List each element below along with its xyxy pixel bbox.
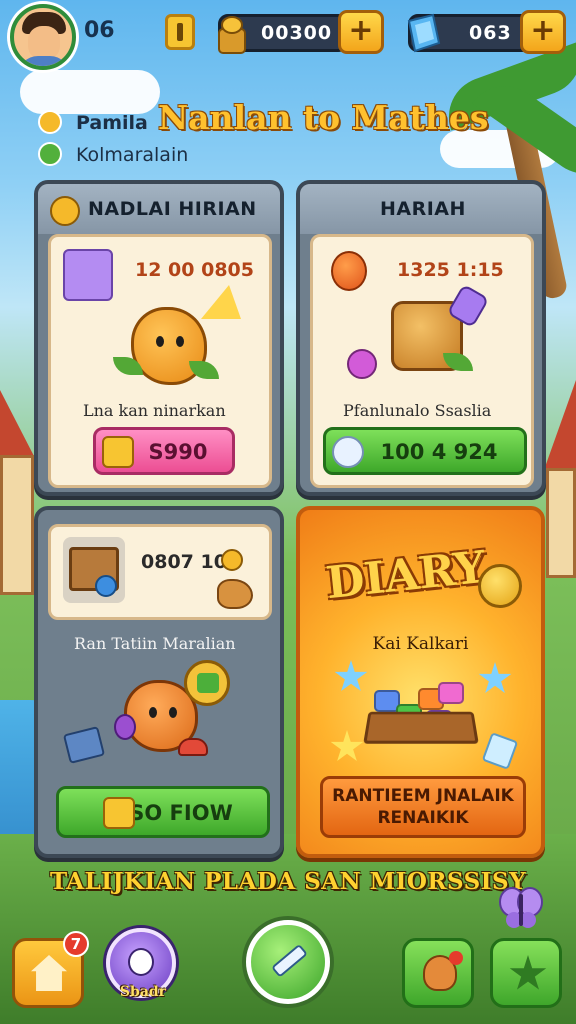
player-level: 06 (84, 18, 115, 43)
red-shoe-icon (178, 738, 208, 756)
coin-stack-icon (218, 16, 246, 54)
coin-amount: 00300 (261, 22, 333, 44)
notification-badge: 7 (63, 931, 89, 957)
balloon-icon (331, 251, 367, 291)
player-name: Pamila (76, 112, 148, 134)
house-wall (546, 468, 576, 578)
settings-nav-button[interactable] (490, 938, 562, 1008)
ticket-icon (103, 797, 135, 829)
gem-amount: 063 (469, 22, 512, 44)
gold-coin-icon (478, 564, 522, 608)
house-roof (544, 380, 576, 470)
shop-card-companion[interactable]: 0807 10 Ran Tatiin Maralian SO FIOW (34, 506, 284, 858)
ice-crystal-icon (481, 732, 519, 770)
item-timer: 12 00 0805 (135, 259, 254, 281)
card-title: HARIAH (380, 198, 466, 220)
claim-button-label: 100 4 924 (380, 440, 498, 464)
item-timer: 1325 1:15 (397, 259, 504, 281)
shop-card-daily[interactable]: NADLAI HIRIAN 12 00 0805 Lna kan ninarka… (34, 180, 284, 496)
blue-star-icon (478, 662, 512, 693)
gift-nav-button[interactable] (402, 938, 474, 1008)
yellow-star-icon (330, 730, 364, 761)
item-caption: Pfanlunalo Ssaslia (343, 401, 492, 420)
cookie-icon (217, 579, 253, 609)
avatar-shirt (18, 56, 70, 66)
butterfly-icon (499, 887, 543, 928)
item-panel: 1325 1:15 Pfanlunalo Ssaslia 100 4 924 (310, 234, 534, 488)
page-title: Nanlan to Mathes (158, 98, 489, 137)
diary-reward-button[interactable]: RANTIEEM JNALAIK RENAIKIK (320, 776, 526, 838)
gold-coin-bullet-icon (38, 110, 62, 134)
item-panel: 12 00 0805 Lna kan ninarkan S990 (48, 234, 272, 488)
item-panel: 0807 10 (48, 524, 272, 620)
coin-icon (50, 196, 80, 226)
home-nav-button[interactable]: 7 (12, 931, 89, 1008)
green-token-icon (184, 660, 230, 706)
gadget-icon (62, 726, 106, 764)
item-timer: 0807 10 (141, 551, 227, 573)
green-leaf-bullet-icon (38, 142, 62, 166)
home-icon (31, 955, 67, 991)
pet-label: Sbadr (119, 984, 167, 1000)
shop-card-harvest[interactable]: HARIAH 1325 1:15 Pfanlunalo Ssaslia 100 … (296, 180, 546, 496)
red-dot-icon (449, 951, 463, 965)
card-title: NADLAI HIRIAN (88, 198, 257, 220)
energy-icon (165, 14, 195, 50)
house-wall (0, 455, 34, 595)
blue-orb (95, 575, 117, 597)
token-inner (197, 673, 219, 693)
gear-icon (509, 955, 547, 990)
avatar-face (28, 26, 60, 60)
treasure-crate-icon (363, 711, 479, 744)
berry-icon (114, 714, 136, 740)
cheese-icon (201, 285, 241, 319)
claim-button[interactable]: 100 4 924 (323, 427, 527, 475)
show-button[interactable]: SO FIOW (56, 786, 270, 838)
pet-face-icon (128, 948, 154, 976)
ticket-icon (102, 436, 134, 468)
treasure-scroll-icon (63, 249, 113, 301)
creature-eye (169, 707, 177, 718)
pink-gem-icon (438, 682, 464, 704)
pencil-icon (272, 945, 307, 977)
bottom-banner: TALIJKIAN PLADA SAN MIORSSISY (49, 868, 527, 895)
diary-subtitle: Kai Kalkari (372, 634, 469, 654)
top-hud: 06 00300 + 063 + (0, 0, 576, 80)
house-roof (0, 390, 36, 460)
creature-eye (149, 707, 157, 718)
pink-flower-icon (347, 349, 377, 379)
player-avatar[interactable] (10, 4, 76, 70)
item-caption: Ran Tatiin Maralian (74, 634, 236, 653)
blue-star-icon (334, 660, 368, 691)
diary-title: DIARY (323, 541, 488, 610)
gold-coin-icon (221, 549, 243, 571)
gem-counter: 063 (407, 13, 532, 53)
item-caption: Lna kan ninarkan (83, 401, 226, 420)
coin-counter: 00300 (218, 14, 348, 54)
edit-center-button[interactable] (246, 920, 330, 1004)
mascot-eye (156, 336, 164, 347)
player-village: Kolmaralain (76, 144, 189, 166)
mascot-eye (176, 336, 184, 347)
add-gems-button[interactable]: + (520, 10, 566, 54)
buy-button[interactable]: S990 (93, 427, 235, 475)
treasure-chest-icon (63, 537, 125, 603)
blue-gem-icon (407, 13, 441, 53)
crystal-icon (332, 436, 364, 468)
diary-event-card[interactable]: DIARY Kai Kalkari RANTIEEM JNALAIK RENAI… (296, 506, 545, 858)
add-coins-button[interactable]: + (338, 10, 384, 54)
